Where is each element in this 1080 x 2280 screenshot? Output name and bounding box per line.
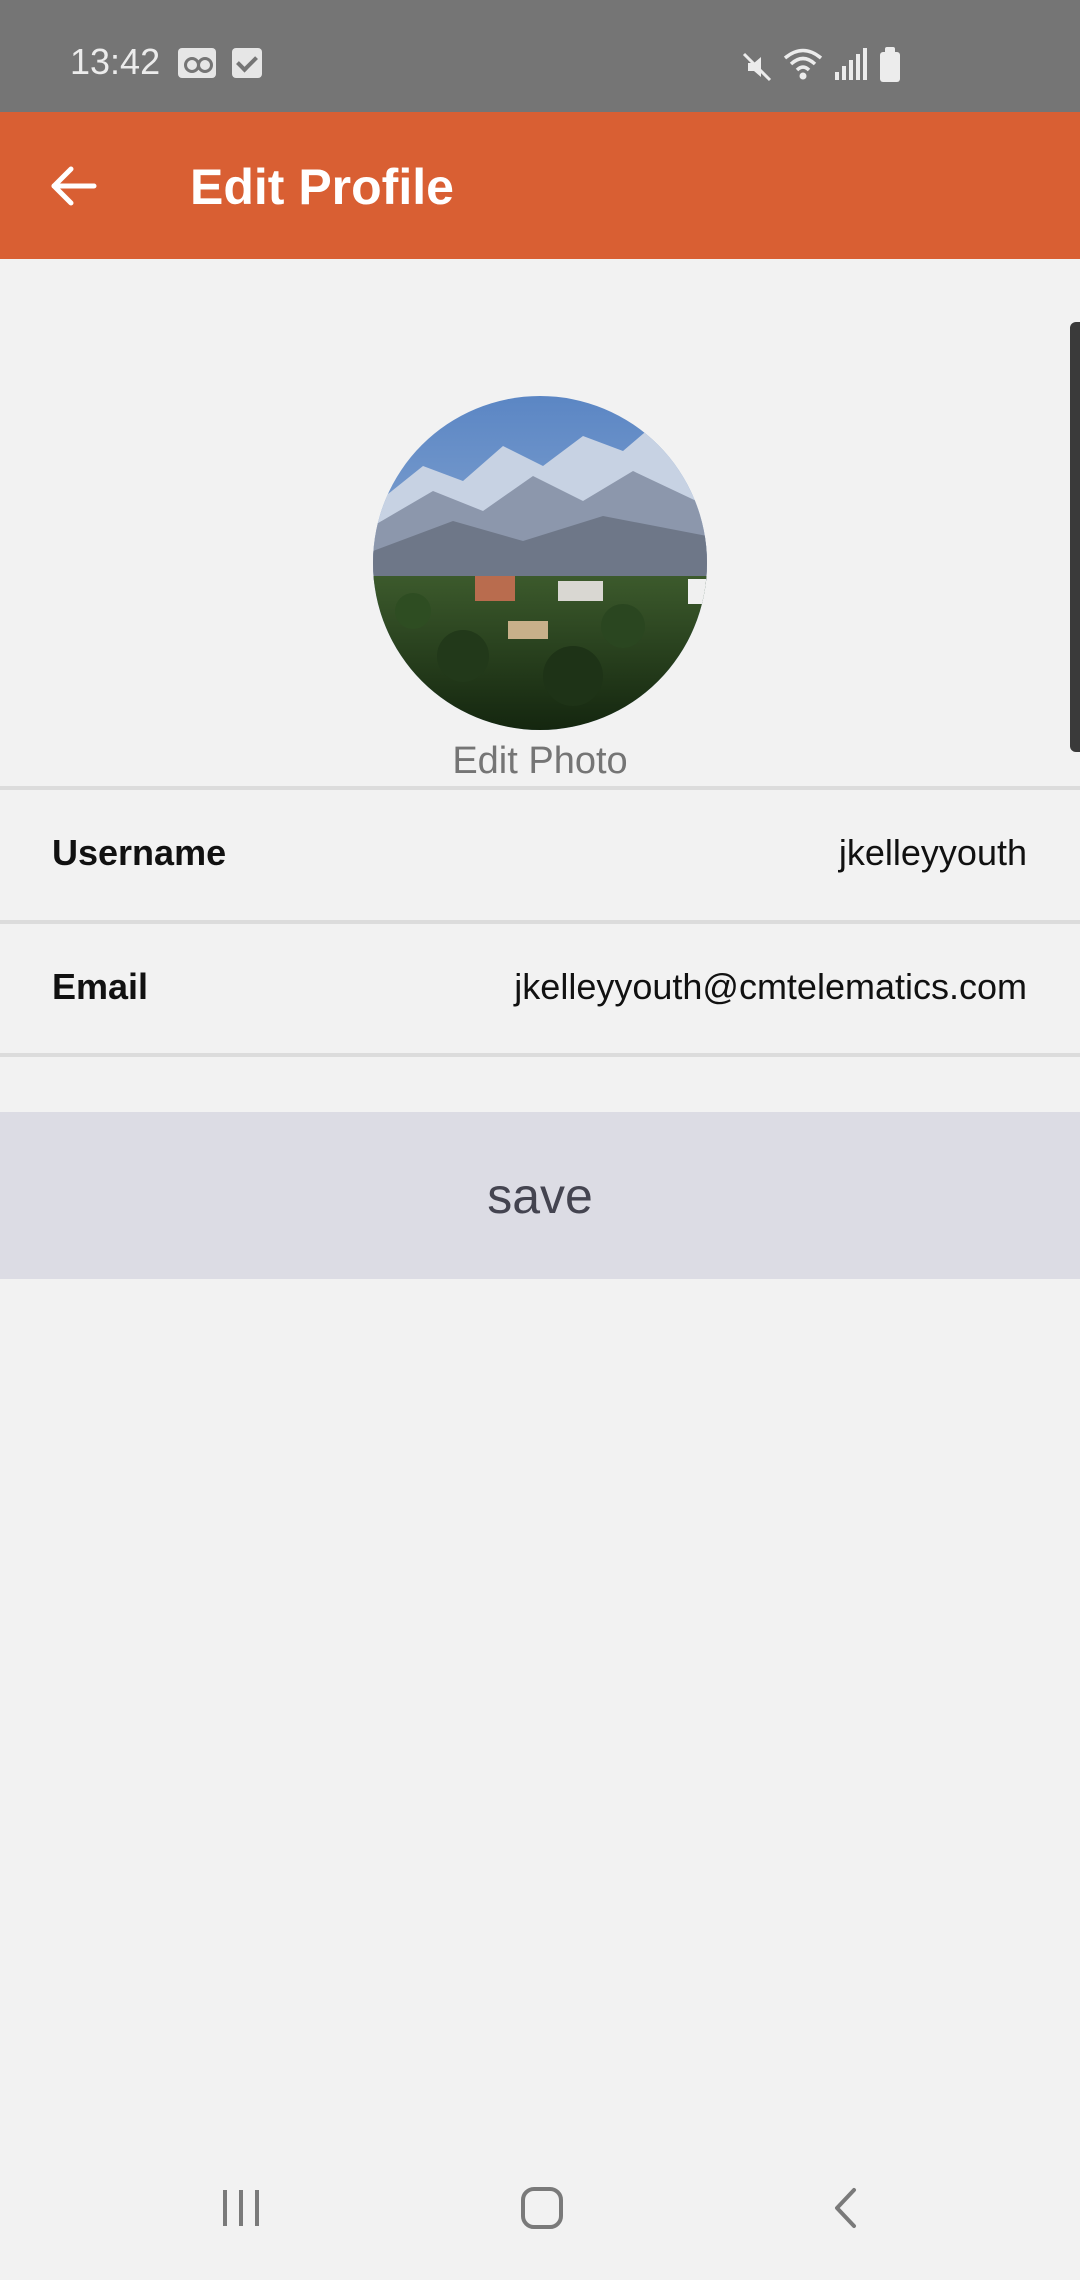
email-label: Email [52,966,149,1007]
username-label: Username [52,832,227,873]
arrow-left-icon [51,166,97,206]
avatar-photo-icon [373,396,707,730]
edit-photo-link[interactable]: Edit Photo [0,740,1080,783]
email-value[interactable]: jkelleyyouth@cmtelematics.com [514,966,1027,1008]
recent-apps-icon[interactable] [218,2184,264,2232]
username-value[interactable]: jkelleyyouth [839,832,1027,874]
profile-avatar[interactable] [373,396,707,730]
signal-icon [835,48,867,80]
app-bar: Edit Profile [0,112,1080,259]
back-button[interactable] [44,156,104,216]
back-icon[interactable] [822,2184,870,2232]
page-title: Edit Profile [190,159,454,215]
battery-icon [880,47,900,82]
save-button[interactable]: save [0,1112,1080,1279]
home-icon[interactable] [518,2184,566,2232]
username-row[interactable]: Username jkelleyyouth [0,790,1080,918]
divider [0,1053,1080,1057]
status-bar: 13:42 [0,0,1080,112]
mute-icon [742,52,772,82]
status-time: 13:42 [70,41,161,82]
wifi-icon [783,48,823,80]
edit-profile-screen: 13:42 Edit Profile Edit Photo Username j… [0,0,1080,2280]
scrollbar[interactable] [1070,322,1080,752]
checkbox-icon [232,48,262,78]
email-row[interactable]: Email jkelleyyouth@cmtelematics.com [0,924,1080,1052]
voicemail-icon [178,48,216,78]
